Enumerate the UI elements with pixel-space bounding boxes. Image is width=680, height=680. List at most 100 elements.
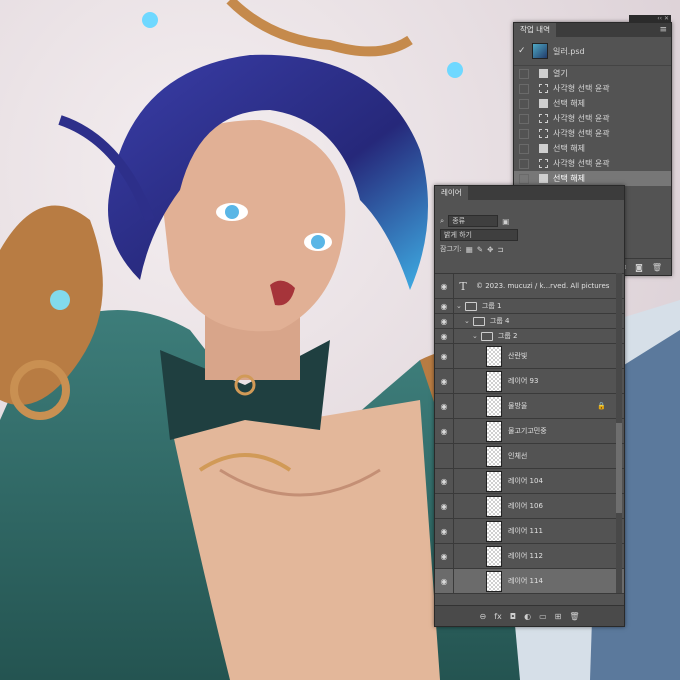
layer-name: 산란빛 (508, 352, 528, 360)
snapshot-filename: 일러.psd (553, 46, 585, 56)
trash-icon[interactable]: 🗑 (569, 612, 579, 621)
visibility-eye-icon[interactable]: ◉ (435, 552, 453, 561)
new-layer-icon[interactable]: ⊞ (555, 612, 562, 621)
visibility-eye-icon[interactable]: ◉ (435, 317, 453, 326)
history-source-checkbox[interactable] (519, 113, 529, 124)
layer-thumbnail (486, 370, 502, 392)
visibility-eye-icon[interactable]: ◉ (435, 377, 453, 386)
layer-row-text[interactable]: ◉ T © 2023. mucuzi / k...rved. All pictu… (435, 274, 624, 299)
history-item-label: 열기 (553, 69, 568, 78)
visibility-eye-icon[interactable]: ◉ (435, 427, 453, 436)
add-mask-icon[interactable]: ◘ (510, 612, 516, 621)
history-item-label: 사각형 선택 윤곽 (553, 159, 610, 168)
layer-name: 레이어 104 (508, 477, 543, 485)
visibility-eye-icon[interactable]: ◉ (435, 332, 453, 341)
layer-thumbnail (486, 395, 502, 417)
new-group-icon[interactable]: ▭ (539, 612, 547, 621)
chevron-down-icon[interactable]: ⌄ (464, 317, 470, 325)
visibility-eye-icon[interactable]: ◉ (435, 402, 453, 411)
layers-panel: 레이어 ⌕ 종류 ▣ 밝게 하기 잠그기: ▦ ✎ ✥ ⊐ ◉ T © 2023… (434, 185, 625, 627)
layer-name: 레이어 114 (508, 577, 543, 585)
history-source-checkbox[interactable] (519, 83, 529, 94)
lock-pixels-icon[interactable]: ✎ (477, 245, 483, 254)
layer-filter-select[interactable]: 종류 (448, 215, 499, 227)
history-source-checkbox[interactable] (519, 128, 529, 139)
link-layers-icon[interactable]: ⊖ (480, 612, 487, 621)
history-source-checkbox[interactable] (519, 158, 529, 169)
history-source-checkbox[interactable] (519, 68, 529, 79)
layer-row[interactable]: ◉ 산란빛 (435, 344, 624, 369)
layer-name: 그룹 4 (489, 317, 510, 325)
marquee-icon (539, 84, 548, 93)
visibility-eye-icon[interactable]: ◉ (435, 577, 453, 586)
marquee-icon (539, 114, 548, 123)
visibility-eye-icon[interactable]: ◉ (435, 282, 453, 291)
layer-row-selected[interactable]: ◉ 레이어 114 (435, 569, 624, 594)
visibility-eye-icon[interactable]: ◉ (435, 352, 453, 361)
tab-layers[interactable]: 레이어 (435, 186, 468, 200)
visibility-eye-icon[interactable]: ◉ (435, 527, 453, 536)
layer-row[interactable]: ◉ 레이어 112 (435, 544, 624, 569)
history-item[interactable]: 선택 해제 (514, 96, 671, 111)
lock-position-icon[interactable]: ✥ (487, 245, 493, 254)
layer-list-scrollbar[interactable] (616, 273, 622, 593)
scrollbar-thumb[interactable] (616, 423, 622, 513)
history-source-checkbox[interactable] (519, 173, 529, 184)
fx-icon[interactable]: fx (494, 612, 502, 621)
visibility-eye-icon[interactable]: ◉ (435, 477, 453, 486)
layer-thumbnail (486, 470, 502, 492)
layer-row[interactable]: ◉ 물고기고민중 (435, 419, 624, 444)
layer-name: 레이어 93 (508, 377, 539, 385)
history-item[interactable]: 사각형 선택 윤곽 (514, 111, 671, 126)
image-filter-icon[interactable]: ▣ (502, 217, 509, 226)
layer-list: ◉ T © 2023. mucuzi / k...rved. All pictu… (435, 273, 624, 607)
layer-name: 레이어 111 (508, 527, 543, 535)
layer-group-row[interactable]: ◉ ⌄ 그룹 1 (435, 299, 624, 314)
panel-collapse-controls[interactable]: ‹‹ ✕ (629, 15, 671, 23)
document-icon (539, 144, 548, 153)
layer-filter-row: ⌕ 종류 ▣ (435, 214, 624, 228)
adjustment-layer-icon[interactable]: ◐ (524, 612, 531, 621)
snapshot-thumbnail (532, 43, 548, 59)
visibility-eye-icon[interactable]: ◉ (435, 502, 453, 511)
blend-mode-select[interactable]: 밝게 하기 (440, 229, 518, 241)
lock-transparency-icon[interactable]: ▦ (466, 245, 473, 254)
camera-snapshot-icon[interactable]: ◙ (635, 263, 643, 272)
history-item[interactable]: 사각형 선택 윤곽 (514, 156, 671, 171)
history-list: 열기 사각형 선택 윤곽 선택 해제 사각형 선택 윤곽 사각형 선택 윤곽 선… (514, 66, 671, 186)
history-panel-header: 작업 내역 ≡ (514, 23, 671, 37)
chevron-down-icon[interactable]: ⌄ (472, 332, 478, 340)
history-item-active[interactable]: 선택 해제 (514, 171, 671, 186)
history-source-checkbox[interactable] (519, 98, 529, 109)
history-item-label: 사각형 선택 윤곽 (553, 129, 610, 138)
history-item-label: 사각형 선택 윤곽 (553, 84, 610, 93)
chevron-down-icon[interactable]: ⌄ (456, 302, 462, 310)
history-snapshot[interactable]: ✓ 일러.psd (514, 37, 671, 66)
layer-row[interactable]: ◉ 레이어 104 (435, 469, 624, 494)
visibility-eye-icon[interactable]: ◉ (435, 302, 453, 311)
visibility-eye-icon[interactable]: ◉ (435, 452, 453, 461)
document-icon (539, 174, 548, 183)
layer-group-row[interactable]: ◉ ⌄ 그룹 4 (435, 314, 624, 329)
layer-row[interactable]: ◉ 레이어 106 (435, 494, 624, 519)
history-item[interactable]: 열기 (514, 66, 671, 81)
layer-row[interactable]: ◉ 물방울 🔒 (435, 394, 624, 419)
lock-artboard-icon[interactable]: ⊐ (497, 245, 503, 254)
history-source-checkbox[interactable] (519, 143, 529, 154)
history-brush-icon[interactable]: ✓ (518, 46, 526, 56)
history-item-label: 선택 해제 (553, 99, 585, 108)
document-icon (539, 99, 548, 108)
layer-row[interactable]: ◉ 레이어 93 (435, 369, 624, 394)
history-item[interactable]: 사각형 선택 윤곽 (514, 81, 671, 96)
layer-group-row[interactable]: ◉ ⌄ 그룹 2 (435, 329, 624, 344)
history-item[interactable]: 선택 해제 (514, 141, 671, 156)
layer-thumbnail (486, 570, 502, 592)
trash-icon[interactable]: 🗑 (652, 263, 662, 272)
history-item[interactable]: 사각형 선택 윤곽 (514, 126, 671, 141)
panel-menu-icon[interactable]: ≡ (659, 25, 667, 35)
folder-icon (480, 331, 493, 341)
tab-history[interactable]: 작업 내역 (514, 23, 556, 37)
layer-row[interactable]: ◉ 레이어 111 (435, 519, 624, 544)
layer-row-hidden[interactable]: ◉ 인체선 (435, 444, 624, 469)
layer-name: 물고기고민중 (508, 427, 547, 435)
